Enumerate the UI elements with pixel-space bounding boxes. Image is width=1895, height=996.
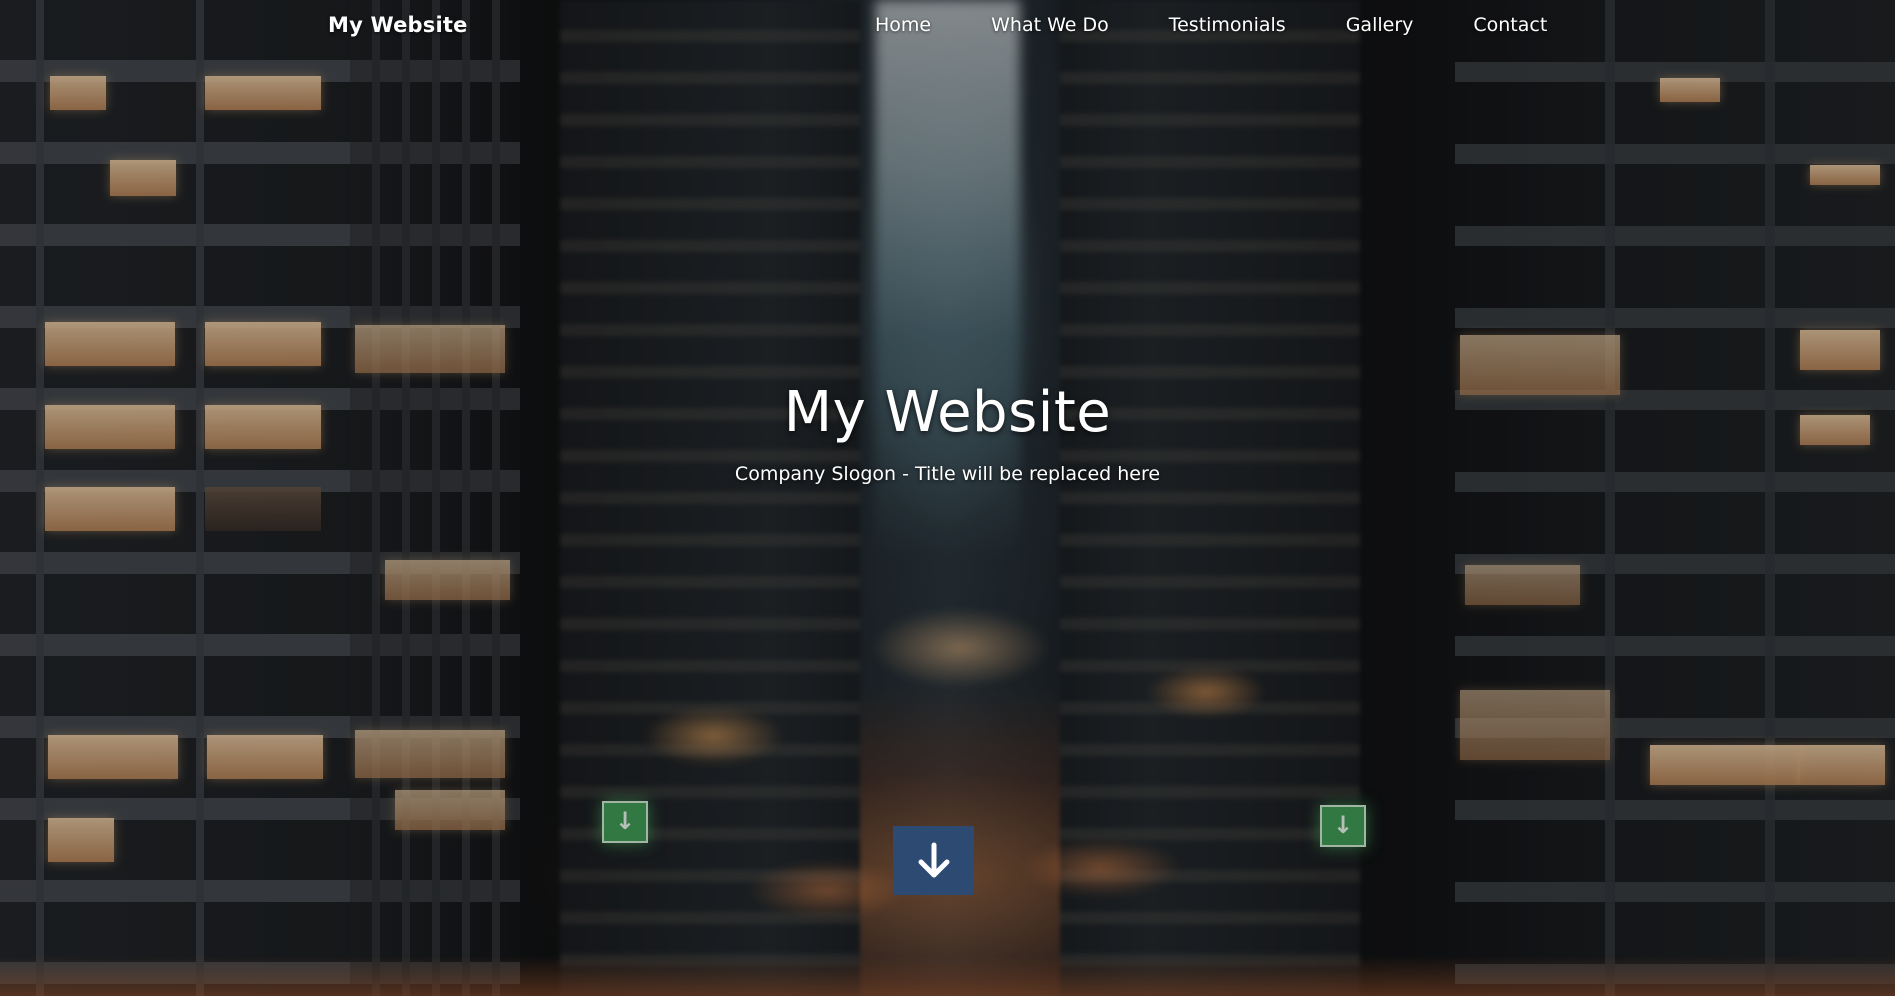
- scroll-down-button[interactable]: [893, 826, 974, 895]
- nav-link-home[interactable]: Home: [850, 14, 961, 36]
- hero-section: ↓ ↓ My Website Home What We Do Testimoni…: [0, 0, 1895, 996]
- nav-item-home: Home: [850, 14, 961, 36]
- nav-link-contact[interactable]: Contact: [1443, 14, 1577, 36]
- nav-links: Home What We Do Testimonials Gallery Con…: [850, 14, 1577, 36]
- arrow-down-icon: [918, 842, 949, 877]
- nav-item-contact: Contact: [1443, 14, 1577, 36]
- nav-link-gallery[interactable]: Gallery: [1316, 14, 1444, 36]
- nav-link-what-we-do[interactable]: What We Do: [961, 14, 1139, 36]
- hero-title: My Website: [783, 380, 1112, 445]
- nav-item-what-we-do: What We Do: [961, 14, 1139, 36]
- hero-subtitle: Company Slogon - Title will be replaced …: [734, 463, 1161, 485]
- nav-link-testimonials[interactable]: Testimonials: [1139, 14, 1316, 36]
- nav-item-gallery: Gallery: [1316, 14, 1444, 36]
- hero-content: My Website Company Slogon - Title will b…: [0, 380, 1895, 485]
- nav-item-testimonials: Testimonials: [1139, 14, 1316, 36]
- navbar: My Website Home What We Do Testimonials …: [0, 0, 1895, 56]
- brand-logo-link[interactable]: My Website: [328, 13, 468, 37]
